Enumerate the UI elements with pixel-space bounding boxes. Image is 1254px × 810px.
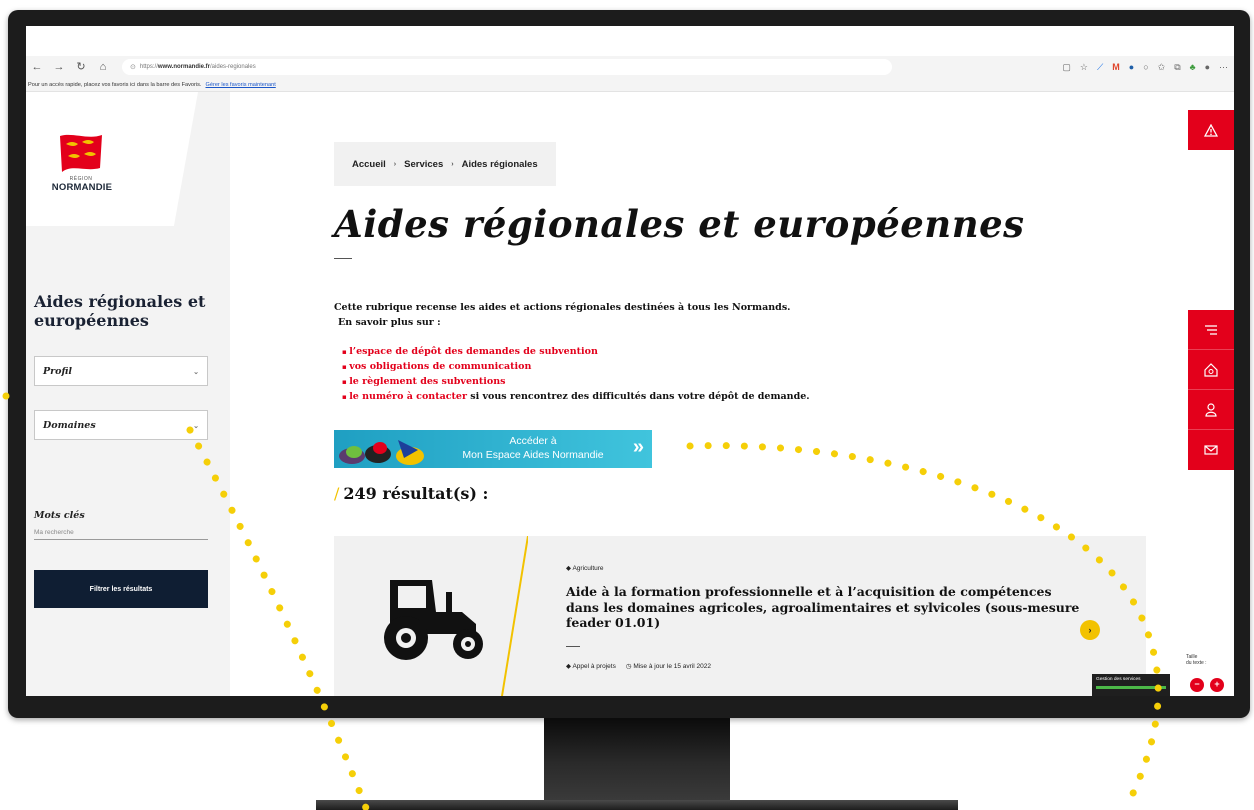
stage: ← → ↻ ⌂ ⊙ https://www.normandie.fr/aides… [0, 0, 1254, 810]
decorative-dotted-lines [2, 392, 1162, 810]
